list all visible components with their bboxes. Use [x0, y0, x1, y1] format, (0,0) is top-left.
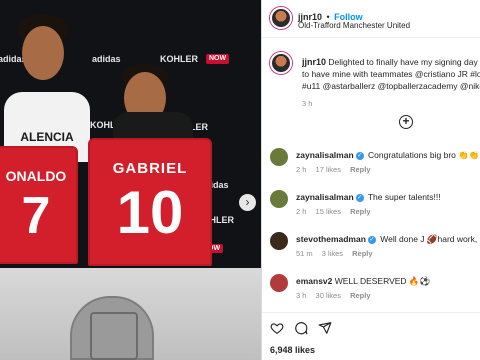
jersey-right-number: 10	[116, 179, 184, 246]
caption-avatar[interactable]	[270, 52, 292, 74]
comment-item: stevothemadman ✓ Well done J 🏈hard work, …	[262, 232, 480, 270]
post-location[interactable]: Old-Trafford Manchester United	[298, 21, 410, 30]
post-photo[interactable]: adidas adidas KOHLER NOW KOHLER KOHLER a…	[0, 0, 261, 360]
post-caption: jjnr10 Delighted to finally have my sign…	[302, 56, 480, 110]
post-header: jjnr10 • Follow Old-Trafford Manchester …	[262, 0, 480, 38]
jersey-right: GABRIEL 10	[88, 138, 212, 266]
heart-icon[interactable]	[270, 321, 284, 335]
reply-button[interactable]: Reply	[350, 207, 370, 216]
jersey-left-number: 7	[21, 187, 51, 245]
verified-badge-icon: ✓	[355, 193, 364, 202]
kid-left-face	[22, 26, 64, 80]
now-logo: NOW	[206, 54, 230, 64]
jersey-right-name: GABRIEL	[112, 160, 188, 177]
verified-badge-icon: ✓	[367, 235, 376, 244]
kohler-logo: KOHLER	[160, 54, 198, 64]
comment-text: Well done J 🏈hard work, D	[380, 234, 480, 244]
commenter-avatar[interactable]	[270, 148, 288, 166]
jersey-left: ONALDO 7	[0, 146, 78, 264]
comment-time: 3 h	[296, 291, 307, 300]
commenter-avatar[interactable]	[270, 232, 288, 250]
add-comment-icon[interactable]: +	[399, 115, 413, 129]
verified-badge-icon: ✓	[355, 151, 364, 160]
commenter-username[interactable]: zaynalisalman	[296, 150, 354, 160]
reply-button[interactable]: Reply	[352, 249, 372, 258]
comment-icon[interactable]	[294, 321, 308, 335]
post-actions: 6,948 likes	[262, 312, 480, 360]
caption-time: 3 h	[302, 99, 313, 108]
jersey-left-name: ONALDO	[5, 168, 67, 184]
comment-time: 2 h	[296, 207, 307, 216]
commenter-username[interactable]: zaynalisalman	[296, 192, 354, 202]
comment-time: 51 m	[296, 249, 313, 258]
adidas-logo: adidas	[92, 54, 121, 64]
comment-likes[interactable]: 30 likes	[316, 291, 341, 300]
commenter-avatar[interactable]	[270, 274, 288, 292]
share-icon[interactable]	[318, 321, 332, 335]
comment-item: zaynalisalman ✓ Congratulations big bro 👏…	[262, 148, 480, 186]
comment-text: The super talents!!!	[367, 192, 441, 202]
comment-text: Congratulations big bro 👏👏	[368, 150, 480, 160]
comment-time: 2 h	[296, 165, 307, 174]
caption-username[interactable]: jjnr10	[302, 57, 326, 67]
comment-item: emansv2 WELL DESERVED 🔥⚽ 3 h 30 likes Re…	[262, 274, 480, 312]
shirt-print: ALENCIA	[20, 130, 74, 144]
caption-line-3: #u11 @astarballerz @topballerzacademy @n…	[302, 81, 480, 91]
comment-likes[interactable]: 15 likes	[316, 207, 341, 216]
comment-likes[interactable]: 3 likes	[322, 249, 343, 258]
reply-button[interactable]: Reply	[350, 291, 370, 300]
likes-count[interactable]: 6,948 likes	[270, 345, 315, 355]
comment-likes[interactable]: 17 likes	[316, 165, 341, 174]
caption-line-2: to have mine with teammates @cristiano J…	[302, 69, 480, 79]
commenter-avatar[interactable]	[270, 190, 288, 208]
commenter-username[interactable]: stevothemadman	[296, 234, 366, 244]
reply-button[interactable]: Reply	[350, 165, 370, 174]
commenter-username[interactable]: emansv2	[296, 276, 332, 286]
post-panel: jjnr10 • Follow Old-Trafford Manchester …	[261, 0, 480, 360]
next-arrow-icon[interactable]: ›	[239, 194, 256, 211]
comment-text: WELL DESERVED 🔥⚽	[334, 276, 431, 286]
caption-line-1: Delighted to finally have my signing day…	[328, 57, 480, 67]
comment-item: zaynalisalman ✓ The super talents!!! 2 h …	[262, 190, 480, 228]
author-avatar[interactable]	[270, 7, 292, 29]
